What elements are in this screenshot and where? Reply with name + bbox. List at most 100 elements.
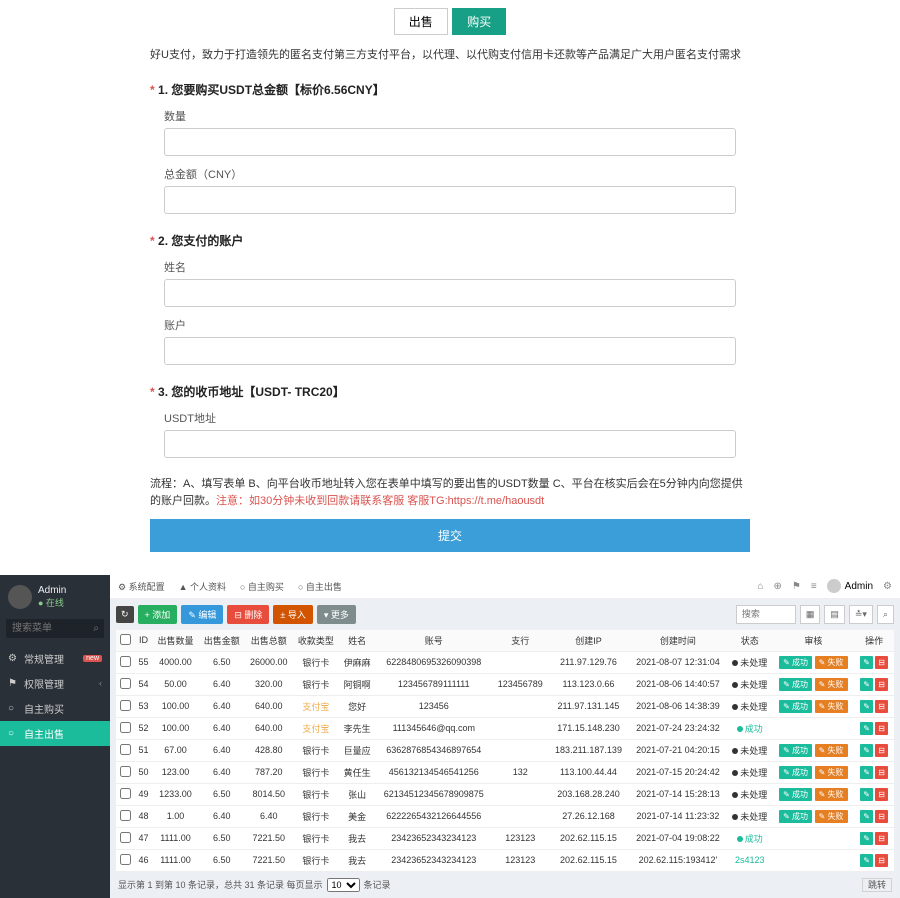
row-edit-button[interactable]: ✎: [860, 722, 873, 735]
sidebar-item[interactable]: ○自主出售: [0, 721, 110, 746]
name-input[interactable]: [164, 279, 736, 307]
row-checkbox[interactable]: [120, 678, 131, 689]
pager-next[interactable]: 跳转: [862, 878, 892, 892]
section-amount: * 1. 您要购买USDT总金额【标价6.56CNY】 数量 总金额（CNY）: [140, 81, 760, 214]
status-cell: 未处理: [727, 805, 772, 827]
audit-pill[interactable]: ✎ 失败: [815, 810, 848, 823]
audit-pill[interactable]: ✎ 成功: [779, 766, 812, 779]
row-delete-button[interactable]: ⊟: [875, 766, 888, 779]
page-size-select[interactable]: 10: [327, 878, 360, 892]
row-checkbox[interactable]: [120, 766, 131, 777]
sidebar-item[interactable]: ⚑权限管理‹: [0, 671, 110, 696]
user-avatar-icon: [827, 579, 841, 593]
sidebar-item-label: 权限管理: [24, 676, 64, 691]
tab-row: 出售 购买: [140, 0, 760, 47]
gear-icon[interactable]: ⚙: [883, 581, 892, 592]
row-checkbox[interactable]: [120, 788, 131, 799]
toolbar-search-icon[interactable]: ⌕: [877, 605, 894, 624]
row-checkbox[interactable]: [120, 854, 131, 865]
row-delete-button[interactable]: ⊟: [875, 832, 888, 845]
topbar-link[interactable]: ○ 自主购买: [240, 582, 284, 592]
topbar-link[interactable]: ▲ 个人资料: [179, 582, 226, 592]
toolbar-search-input[interactable]: [736, 605, 796, 624]
globe-icon[interactable]: ⊕: [773, 581, 781, 592]
sidebar-item[interactable]: ⚙常规管理new: [0, 646, 110, 671]
row-edit-button[interactable]: ✎: [860, 832, 873, 845]
audit-pill[interactable]: ✎ 失败: [815, 678, 848, 691]
table-row: 461111.006.507221.50 银行卡我去23423652343234…: [116, 849, 894, 871]
data-table: ID出售数量出售金额出售总额收款类型姓名账号支行创建IP创建时间状态审核操作 5…: [116, 630, 894, 872]
tab-buy[interactable]: 购买: [452, 8, 506, 35]
total-input[interactable]: [164, 186, 736, 214]
row-delete-button[interactable]: ⊟: [875, 810, 888, 823]
usdt-label: USDT地址: [164, 410, 750, 426]
audit-pill[interactable]: ✎ 失败: [815, 656, 848, 669]
row-checkbox[interactable]: [120, 656, 131, 667]
view-grid-icon[interactable]: ▤: [824, 605, 845, 624]
row-checkbox[interactable]: [120, 810, 131, 821]
submit-button[interactable]: 提交: [150, 519, 750, 552]
search-icon[interactable]: ⌕: [93, 623, 99, 634]
add-button[interactable]: + 添加: [138, 605, 178, 624]
refresh-button[interactable]: ↻: [116, 606, 134, 623]
row-checkbox[interactable]: [120, 700, 131, 711]
sidebar-item[interactable]: ○自主购买: [0, 696, 110, 721]
row-edit-button[interactable]: ✎: [860, 744, 873, 757]
topbar-link[interactable]: ○ 自主出售: [298, 582, 342, 592]
select-all-checkbox[interactable]: [120, 634, 131, 645]
audit-pill[interactable]: ✎ 失败: [815, 744, 848, 757]
home-icon[interactable]: ⌂: [757, 581, 763, 592]
audit-pill[interactable]: ✎ 成功: [779, 678, 812, 691]
row-edit-button[interactable]: ✎: [860, 700, 873, 713]
audit-pill[interactable]: ✎ 失败: [815, 700, 848, 713]
edit-button[interactable]: ✎ 编辑: [181, 605, 223, 624]
qty-input[interactable]: [164, 128, 736, 156]
import-button[interactable]: ± 导入: [273, 605, 312, 624]
audit-pill[interactable]: ✎ 成功: [779, 810, 812, 823]
flag-icon[interactable]: ⚑: [792, 581, 801, 592]
bolt-icon[interactable]: ≡: [811, 581, 817, 592]
topbar-user[interactable]: Admin: [827, 579, 873, 593]
tab-sell[interactable]: 出售: [394, 8, 448, 35]
status-cell: 未处理: [727, 739, 772, 761]
row-edit-button[interactable]: ✎: [860, 656, 873, 669]
sidebar-item-label: 常规管理: [24, 651, 64, 666]
row-delete-button[interactable]: ⊟: [875, 678, 888, 691]
delete-button[interactable]: ⊟ 删除: [227, 605, 269, 624]
export-icon[interactable]: ≛▾: [849, 605, 873, 624]
row-edit-button[interactable]: ✎: [860, 766, 873, 779]
more-button[interactable]: ▾ 更多: [317, 605, 356, 624]
audit-pill[interactable]: ✎ 失败: [815, 788, 848, 801]
column-header: 出售数量: [152, 630, 198, 652]
audit-pill[interactable]: ✎ 失败: [815, 766, 848, 779]
row-delete-button[interactable]: ⊟: [875, 656, 888, 669]
row-delete-button[interactable]: ⊟: [875, 700, 888, 713]
sidebar-search-input[interactable]: [6, 619, 104, 638]
audit-pill[interactable]: ✎ 成功: [779, 700, 812, 713]
section3-title: 3. 您的收币地址【USDT- TRC20】: [158, 385, 345, 399]
row-delete-button[interactable]: ⊟: [875, 722, 888, 735]
view-list-icon[interactable]: ▦: [800, 605, 821, 624]
usdt-input[interactable]: [164, 430, 736, 458]
column-header: 出售总额: [245, 630, 293, 652]
toolbar: ↻ + 添加 ✎ 编辑 ⊟ 删除 ± 导入 ▾ 更多 ▦ ▤ ≛▾ ⌕: [110, 599, 900, 630]
row-delete-button[interactable]: ⊟: [875, 854, 888, 867]
row-edit-button[interactable]: ✎: [860, 810, 873, 823]
admin-panel: Admin ● 在线 ⌕ ⚙常规管理new⚑权限管理‹○自主购买○自主出售 ⚙ …: [0, 575, 900, 898]
row-edit-button[interactable]: ✎: [860, 678, 873, 691]
audit-pill[interactable]: ✎ 成功: [779, 788, 812, 801]
row-delete-button[interactable]: ⊟: [875, 744, 888, 757]
row-checkbox[interactable]: [120, 722, 131, 733]
sidebar-item-label: 自主购买: [24, 701, 64, 716]
account-input[interactable]: [164, 337, 736, 365]
row-edit-button[interactable]: ✎: [860, 788, 873, 801]
row-delete-button[interactable]: ⊟: [875, 788, 888, 801]
row-checkbox[interactable]: [120, 744, 131, 755]
pager: 显示第 1 到第 10 条记录，总共 31 条记录 每页显示 10 条记录 跳转: [110, 872, 900, 898]
row-edit-button[interactable]: ✎: [860, 854, 873, 867]
topbar-link[interactable]: ⚙ 系统配置: [118, 582, 165, 592]
audit-pill[interactable]: ✎ 成功: [779, 744, 812, 757]
audit-pill[interactable]: ✎ 成功: [779, 656, 812, 669]
row-checkbox[interactable]: [120, 832, 131, 843]
status-cell: 未处理: [727, 783, 772, 805]
